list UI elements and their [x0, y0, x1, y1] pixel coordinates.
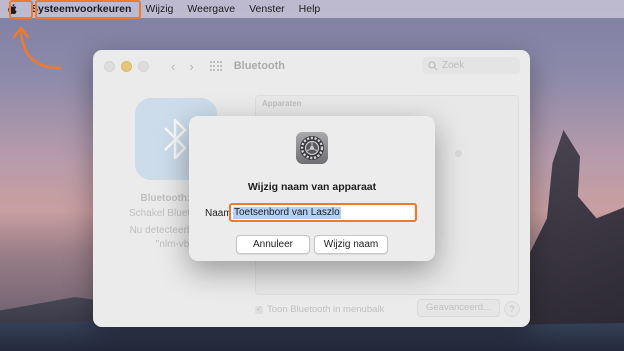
name-label: Naam — [205, 208, 232, 219]
cancel-button[interactable]: Annuleer — [236, 235, 310, 254]
rename-button[interactable]: Wijzig naam — [314, 235, 388, 254]
system-preferences-gear-icon — [296, 132, 328, 164]
menu-window[interactable]: Venster — [242, 0, 292, 18]
menu-help[interactable]: Help — [292, 0, 328, 18]
name-field-highlight — [229, 203, 417, 222]
rename-device-dialog: Wijzig naam van apparaat Naam Toetsenbor… — [189, 116, 435, 261]
annotation-arrow — [12, 26, 62, 70]
apple-menu-highlight — [9, 0, 33, 19]
menu-edit[interactable]: Wijzig — [138, 0, 180, 18]
app-menu-highlight — [35, 0, 141, 19]
dialog-title: Wijzig naam van apparaat — [247, 181, 377, 193]
menu-view[interactable]: Weergave — [180, 0, 242, 18]
wallpaper-rock — [514, 130, 624, 351]
